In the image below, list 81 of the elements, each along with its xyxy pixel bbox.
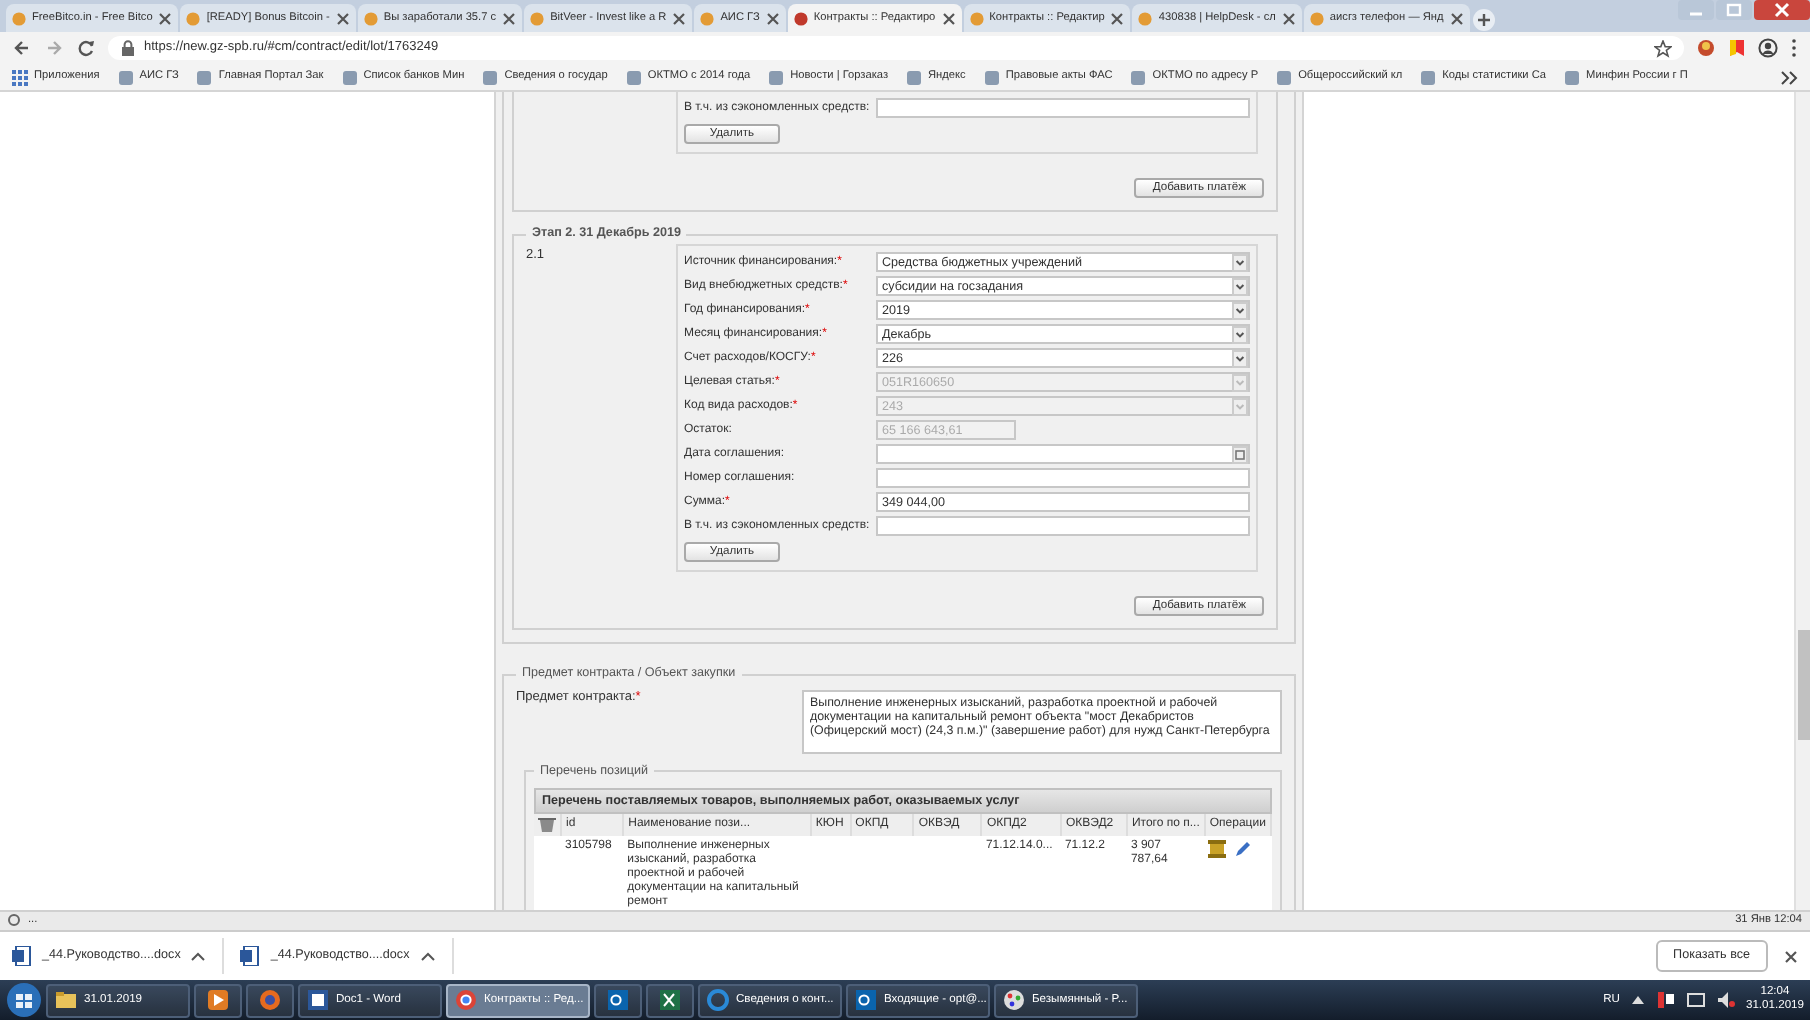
menu-icon[interactable]	[1790, 38, 1798, 58]
favicon-icon	[1420, 69, 1437, 85]
close-icon[interactable]	[1784, 949, 1798, 963]
favicon-icon	[793, 11, 808, 25]
input-field[interactable]	[876, 516, 1250, 537]
favicon-icon	[700, 11, 715, 25]
chevron-up-icon[interactable]	[419, 949, 436, 963]
media-player-icon	[206, 988, 230, 1012]
palette-icon	[1002, 988, 1026, 1012]
taskbar-button[interactable]	[646, 983, 694, 1017]
close-icon[interactable]	[158, 11, 173, 25]
favicon-icon	[12, 11, 26, 25]
spreadsheet-icon	[658, 988, 682, 1012]
favicon-icon	[906, 69, 923, 85]
bookmark-flag-icon[interactable]	[1728, 38, 1746, 58]
chevron-up-icon[interactable]	[190, 949, 207, 963]
close-icon[interactable]	[765, 11, 780, 25]
account-icon[interactable]	[1758, 38, 1778, 58]
favicon-icon	[1276, 69, 1293, 85]
trash-icon[interactable]	[538, 816, 556, 835]
favicon-icon	[1138, 11, 1153, 25]
date-field[interactable]	[876, 444, 1250, 465]
close-icon[interactable]	[1449, 11, 1464, 25]
close-icon[interactable]	[941, 11, 956, 25]
close-icon[interactable]	[1110, 11, 1125, 25]
close-icon[interactable]	[1281, 11, 1296, 25]
word-document-icon	[240, 946, 261, 966]
taskbar-button[interactable]	[594, 983, 642, 1017]
folder-icon	[54, 988, 78, 1012]
back-arrow-icon[interactable]	[12, 38, 32, 58]
caret-icon	[1232, 277, 1248, 296]
tray-expand-icon[interactable]	[1629, 992, 1646, 1008]
more-bookmarks-icon[interactable]	[1780, 69, 1798, 85]
start-button[interactable]	[6, 982, 42, 1018]
caret-icon	[1232, 253, 1248, 272]
network-icon[interactable]	[1685, 990, 1706, 1010]
scrollbar-thumb[interactable]	[1798, 630, 1810, 740]
favicon-icon	[186, 11, 201, 25]
favicon-icon	[983, 69, 1000, 85]
scroll-icon[interactable]	[1208, 840, 1227, 859]
close-icon[interactable]	[502, 11, 517, 25]
favicon-icon	[530, 11, 545, 25]
caret-icon	[1232, 325, 1248, 344]
browser-icon	[454, 988, 478, 1012]
lock-icon	[120, 40, 136, 56]
reload-icon[interactable]	[76, 38, 96, 58]
favicon-icon	[1130, 69, 1147, 85]
word-document-icon	[12, 946, 32, 966]
browser-icon	[706, 988, 730, 1012]
caret-icon	[1232, 373, 1248, 392]
flag-icon[interactable]	[1655, 990, 1676, 1010]
star-icon[interactable]	[1654, 39, 1672, 57]
input-field[interactable]	[876, 98, 1250, 118]
input-field[interactable]	[876, 468, 1250, 489]
favicon-icon	[768, 69, 785, 85]
calendar-icon[interactable]	[1232, 445, 1248, 464]
extension-icon[interactable]	[1696, 38, 1716, 58]
favicon-icon	[969, 11, 984, 25]
new-tab-icon[interactable]	[1471, 8, 1496, 32]
speaker-icon[interactable]	[1715, 990, 1736, 1010]
loading-icon	[8, 914, 20, 927]
close-icon[interactable]	[1754, 0, 1810, 20]
caret-icon	[1232, 397, 1248, 416]
favicon-icon	[363, 11, 378, 25]
taskbar-button[interactable]	[194, 983, 242, 1017]
favicon-icon	[117, 69, 134, 85]
close-icon[interactable]	[672, 11, 687, 25]
favicon-icon	[196, 69, 213, 85]
word-icon	[306, 988, 330, 1012]
caret-icon	[1232, 301, 1248, 320]
caret-icon	[1232, 349, 1248, 368]
browser-icon	[258, 988, 282, 1012]
close-icon[interactable]	[335, 11, 350, 25]
mail-icon	[606, 988, 630, 1012]
favicon-icon	[1564, 69, 1581, 85]
favicon-icon	[1309, 11, 1324, 25]
favicon-icon	[482, 69, 499, 85]
favicon-icon	[341, 69, 358, 85]
apps-grid-icon	[12, 69, 28, 85]
favicon-icon	[625, 69, 642, 85]
mail-icon	[854, 988, 878, 1012]
